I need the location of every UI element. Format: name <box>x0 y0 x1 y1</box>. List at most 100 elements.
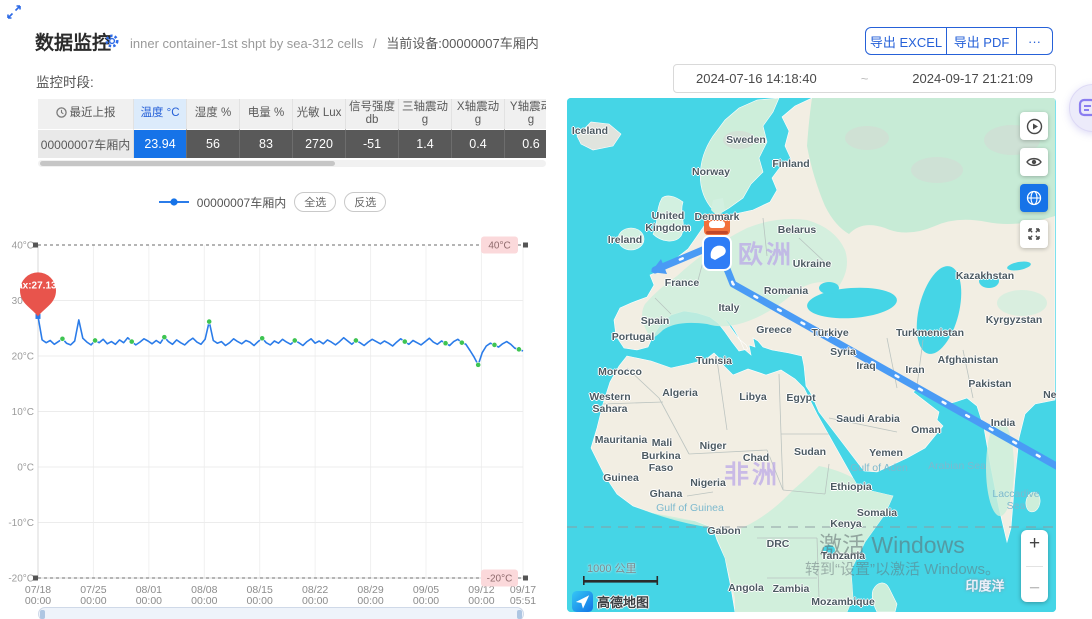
truck-icon <box>704 214 730 235</box>
zoom-in-button[interactable]: + <box>1029 534 1040 553</box>
map-centralasia-green <box>997 290 1047 316</box>
date-range-start[interactable]: 2024-07-16 14:18:40 <box>696 71 817 86</box>
basemap-globe-button[interactable] <box>1020 184 1048 212</box>
table-header-5[interactable]: 信号强度 db <box>346 99 399 129</box>
table-header-1[interactable]: 温度 °C <box>134 99 187 129</box>
playback-button[interactable] <box>1020 112 1048 140</box>
anomaly-point[interactable] <box>129 339 134 344</box>
sensor-value-cell-1[interactable]: 56 <box>187 129 240 158</box>
breadcrumb-shipment: inner container-1st shpt by sea-312 cell… <box>130 36 363 51</box>
notes-icon <box>1077 97 1092 119</box>
breadcrumb-device: 当前设备:00000007车厢内 <box>386 36 538 51</box>
invert-select-button[interactable]: 反选 <box>344 192 386 212</box>
markline-cap <box>523 576 528 581</box>
sensor-value-cell-6[interactable]: 0.4 <box>452 129 505 158</box>
sensor-value-cell-2[interactable]: 83 <box>240 129 293 158</box>
anomaly-point[interactable] <box>60 336 65 341</box>
markline-cap <box>33 243 38 248</box>
table-header-label: 光敏 Lux <box>297 107 342 120</box>
x-axis-time-label: 05:51 <box>510 595 536 607</box>
temperature-line-chart[interactable]: 40°C30°C20°C10°C0°C-10°C-20°C07/1800:000… <box>0 230 545 619</box>
table-header-7[interactable]: X轴震动 g <box>452 99 505 129</box>
anomaly-point[interactable] <box>353 338 358 343</box>
table-header-2[interactable]: 湿度 % <box>187 99 240 129</box>
sensor-value-cell-5[interactable]: 1.4 <box>399 129 452 158</box>
x-axis-time-label: 00:00 <box>302 595 328 607</box>
more-actions-button[interactable]: ··· <box>1017 27 1053 55</box>
map-tundra-mottle <box>911 157 963 183</box>
sensor-table: 最近上报 温度 °C 湿度 % 电量 % 光敏 Lux 信号强度 db三轴震动 gX轴震动… <box>38 99 546 158</box>
max-markpoint-pin[interactable] <box>20 272 56 316</box>
anomaly-point[interactable] <box>260 336 265 341</box>
legend-line-icon[interactable] <box>159 197 189 207</box>
anomaly-point[interactable] <box>516 347 521 352</box>
anomaly-point[interactable] <box>292 338 297 343</box>
map-canvas[interactable] <box>567 98 1056 612</box>
device-name-cell[interactable]: 00000007车厢内 <box>38 129 134 158</box>
map-panel[interactable]: IcelandSwedenNorwayFinlandUnited Kingdom… <box>567 98 1056 612</box>
anomaly-point[interactable] <box>476 362 481 367</box>
fullscreen-button[interactable] <box>1020 220 1048 248</box>
table-header-label: 最近上报 <box>70 107 116 120</box>
sensor-value-cell-0[interactable]: 23.94 <box>134 129 187 158</box>
anomaly-point[interactable] <box>162 335 167 340</box>
anomaly-point[interactable] <box>492 342 497 347</box>
y-axis-tick-label: -10°C <box>8 518 34 529</box>
anomaly-point[interactable] <box>443 341 448 346</box>
map-scale-bar <box>583 576 659 586</box>
amap-logo-icon <box>572 591 593 612</box>
export-pdf-button[interactable]: 导出 PDF <box>947 27 1017 55</box>
table-header-8[interactable]: Y轴震动 g <box>505 99 546 129</box>
y-axis-tick-label: 40°C <box>12 241 34 252</box>
sensor-value-cell-4[interactable]: -51 <box>346 129 399 158</box>
table-header-3[interactable]: 电量 % <box>240 99 293 129</box>
zoom-out-button[interactable]: − <box>1029 579 1040 598</box>
date-range-end[interactable]: 2024-09-17 21:21:09 <box>912 71 1033 86</box>
floating-assistant-button[interactable] <box>1069 84 1092 132</box>
threshold-label: 40°C <box>488 241 510 252</box>
expand-arrows-icon[interactable] <box>6 4 22 25</box>
map-land-ireland <box>618 228 644 250</box>
x-axis-time-label: 00:00 <box>357 595 383 607</box>
anomaly-point[interactable] <box>92 338 97 343</box>
sensor-value-cell-7[interactable]: 0.6 <box>505 129 546 158</box>
datazoom-left-handle[interactable] <box>40 610 45 619</box>
table-header-label: Y轴震动 g <box>507 101 546 127</box>
x-axis-time-label: 00:00 <box>136 595 162 607</box>
visibility-button[interactable] <box>1020 148 1048 176</box>
table-header-4[interactable]: 光敏 Lux <box>293 99 346 129</box>
table-data-row[interactable]: 00000007车厢内23.9456832720-511.40.40.6 <box>38 129 546 158</box>
map-attribution: 高德地图 <box>572 591 649 612</box>
datazoom-right-handle[interactable] <box>517 610 522 619</box>
windows-watermark-line2: 转到“设置”以激活 Windows。 <box>805 558 1000 579</box>
table-header-label: 三轴震动 g <box>401 101 449 127</box>
map-azov-sea <box>819 282 839 294</box>
table-scrollbar[interactable] <box>38 160 546 167</box>
sensor-value-cell-3[interactable]: 2720 <box>293 129 346 158</box>
table-header-label: 电量 % <box>248 107 284 120</box>
date-range-picker[interactable]: 2024-07-16 14:18:40 ~ 2024-09-17 21:21:0… <box>673 64 1056 93</box>
y-axis-tick-label: 10°C <box>12 407 34 418</box>
device-marker[interactable] <box>703 214 731 270</box>
select-all-button[interactable]: 全选 <box>294 192 336 212</box>
anomaly-point[interactable] <box>207 319 212 324</box>
gear-icon[interactable] <box>104 33 120 54</box>
globe-icon <box>1025 189 1043 207</box>
table-scrollbar-thumb[interactable] <box>40 161 335 166</box>
y-axis-tick-label: -20°C <box>8 574 34 585</box>
anomaly-point[interactable] <box>402 339 407 344</box>
temperature-series-line[interactable] <box>38 316 523 365</box>
x-axis-time-label: 00:00 <box>247 595 273 607</box>
chart-datazoom-slider[interactable] <box>38 607 524 619</box>
export-excel-button[interactable]: 导出 EXCEL <box>865 27 947 55</box>
anomaly-point[interactable] <box>459 340 464 345</box>
x-axis-time-label: 00:00 <box>468 595 494 607</box>
table-header-6[interactable]: 三轴震动 g <box>399 99 452 129</box>
x-axis-time-label: 00:00 <box>80 595 106 607</box>
legend-series-label[interactable]: 00000007车厢内 <box>197 194 286 211</box>
breadcrumb-separator: / <box>373 36 377 51</box>
windows-watermark-line1: 激活 Windows <box>819 526 965 560</box>
map-aral-sea <box>979 274 999 288</box>
table-header-label: 信号强度 db <box>348 101 396 127</box>
table-header-label: 温度 °C <box>140 107 179 120</box>
